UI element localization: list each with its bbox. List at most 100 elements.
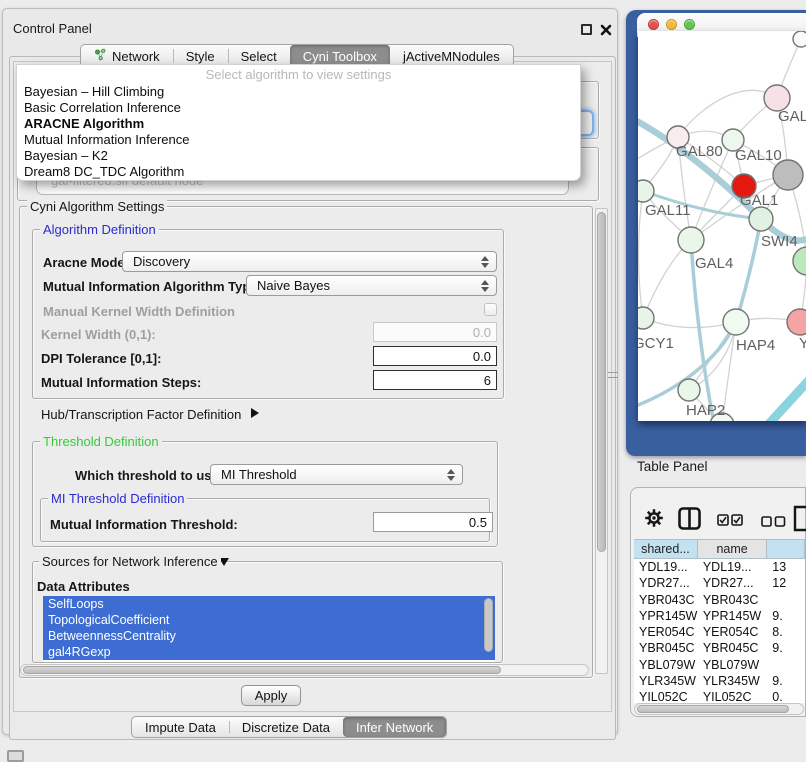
network-edge[interactable] bbox=[643, 240, 691, 318]
table-cell: YDR27... bbox=[634, 575, 698, 591]
table-cell: YDL19... bbox=[698, 559, 767, 575]
apply-button[interactable]: Apply bbox=[241, 685, 301, 706]
attribute-option-selected[interactable]: SelfLoops bbox=[43, 596, 495, 612]
screen: Control Panel NetworkStyleSelectCyni Too… bbox=[0, 0, 806, 762]
column-header[interactable]: shared... bbox=[634, 539, 698, 559]
table-horizontal-scrollbar[interactable] bbox=[634, 703, 804, 715]
network-edge[interactable] bbox=[643, 318, 736, 328]
network-node[interactable] bbox=[723, 309, 749, 335]
network-edge[interactable] bbox=[639, 191, 644, 318]
network-view-window[interactable]: GALGAL80GAL10GAL1GAL11SWI4GAL4HAP4YGCY1H… bbox=[626, 10, 806, 456]
algorithm-option[interactable]: Bayesian – Hill Climbing bbox=[17, 84, 580, 100]
table-row[interactable]: YDL19...YDL19...13 bbox=[634, 559, 805, 575]
table-cell: YBL079W bbox=[698, 657, 767, 673]
node-label: GAL80 bbox=[676, 143, 723, 160]
minimized-panel-icon[interactable] bbox=[7, 750, 24, 762]
table-row[interactable]: YBL079WYBL079W bbox=[634, 657, 805, 673]
table-cell: 8. bbox=[767, 624, 805, 640]
tab-label: Cyni Toolbox bbox=[303, 49, 377, 64]
attribute-option-selected[interactable]: gal4RGexp bbox=[43, 644, 495, 660]
algorithm-option[interactable]: Mutual Information Inference bbox=[17, 132, 580, 148]
table-row[interactable]: YBR043CYBR043C bbox=[634, 592, 805, 608]
aracne-mode-select[interactable]: Discovery bbox=[122, 251, 497, 272]
sources-group-title[interactable]: Sources for Network Inference bbox=[39, 554, 221, 569]
scrollbar-thumb[interactable] bbox=[637, 705, 789, 713]
tab-label: jActiveMNodules bbox=[403, 49, 500, 64]
table-cell: YDR27... bbox=[698, 575, 767, 591]
stepper-arrows-icon bbox=[481, 256, 489, 268]
split-columns-icon[interactable] bbox=[678, 507, 701, 535]
node-label: Y bbox=[799, 335, 806, 352]
panel-splitter-grip[interactable] bbox=[608, 372, 618, 378]
deselect-all-checkboxes-icon[interactable] bbox=[761, 514, 786, 532]
network-node[interactable] bbox=[749, 207, 773, 231]
algorithm-option[interactable]: Bayesian – K2 bbox=[17, 148, 580, 164]
network-canvas[interactable]: GALGAL80GAL10GAL1GAL11SWI4GAL4HAP4YGCY1H… bbox=[638, 31, 806, 421]
mi-type-value: Naive Bayes bbox=[257, 278, 330, 293]
close-icon[interactable] bbox=[600, 23, 612, 35]
network-node[interactable] bbox=[678, 379, 700, 401]
minimize-window-button[interactable] bbox=[666, 19, 677, 30]
table-row[interactable]: YBR045CYBR045C9. bbox=[634, 640, 805, 656]
manual-kernel-label: Manual Kernel Width Definition bbox=[43, 304, 235, 319]
mi-threshold-label: Mutual Information Threshold: bbox=[50, 517, 238, 532]
select-all-checkboxes-icon[interactable] bbox=[717, 513, 743, 531]
network-edge[interactable] bbox=[766, 379, 806, 421]
tab-infer-network[interactable]: Infer Network bbox=[343, 717, 446, 737]
settings-horizontal-scrollbar[interactable] bbox=[20, 664, 589, 676]
mi-steps-label: Mutual Information Steps: bbox=[41, 375, 201, 390]
mi-threshold-group-title: MI Threshold Definition bbox=[48, 491, 187, 506]
which-threshold-select[interactable]: MI Threshold bbox=[210, 464, 463, 485]
data-attributes-list[interactable]: SelfLoopsTopologicalCoefficientBetweenne… bbox=[43, 596, 495, 662]
attribute-option-selected[interactable]: BetweennessCentrality bbox=[43, 628, 495, 644]
tab-discretize-data[interactable]: Discretize Data bbox=[229, 717, 343, 737]
table-row[interactable]: YPR145WYPR145W9. bbox=[634, 608, 805, 624]
network-node[interactable] bbox=[638, 180, 654, 202]
algorithm-option[interactable]: Basic Correlation Inference bbox=[17, 100, 580, 116]
network-node[interactable] bbox=[793, 31, 806, 47]
table-row[interactable]: YIL052CYIL052C0. bbox=[634, 689, 805, 703]
column-header[interactable] bbox=[767, 539, 805, 559]
network-node[interactable] bbox=[773, 160, 803, 190]
network-node[interactable] bbox=[787, 309, 806, 335]
attribute-option-selected[interactable]: TopologicalCoefficient bbox=[43, 612, 495, 628]
stepper-arrows-icon bbox=[447, 469, 455, 481]
table-body: YDL19...YDL19...13YDR27...YDR27...12YBR0… bbox=[634, 559, 805, 703]
manual-kernel-checkbox[interactable] bbox=[484, 303, 497, 316]
gear-icon[interactable] bbox=[644, 508, 664, 533]
algorithm-option[interactable]: ARACNE Algorithm bbox=[17, 116, 580, 132]
settings-vertical-scrollbar[interactable] bbox=[595, 208, 608, 674]
algorithm-definition-title: Algorithm Definition bbox=[40, 222, 159, 237]
table-row[interactable]: YER054CYER054C8. bbox=[634, 624, 805, 640]
tab-impute-data[interactable]: Impute Data bbox=[132, 717, 229, 737]
table-cell: YDL19... bbox=[634, 559, 698, 575]
table-row[interactable]: YDR27...YDR27...12 bbox=[634, 575, 805, 591]
mi-type-select[interactable]: Naive Bayes bbox=[246, 275, 497, 296]
mi-steps-field[interactable] bbox=[373, 370, 497, 390]
node-label: GAL11 bbox=[645, 202, 691, 219]
threshold-definition-title: Threshold Definition bbox=[40, 434, 162, 449]
algorithm-option[interactable]: Dream8 DC_TDC Algorithm bbox=[17, 164, 580, 180]
table-cell: YER054C bbox=[634, 624, 698, 640]
control-panel-window: Control Panel NetworkStyleSelectCyni Too… bbox=[2, 8, 618, 735]
expander-collapsed-icon[interactable] bbox=[251, 408, 259, 418]
dpi-tolerance-field[interactable] bbox=[373, 346, 497, 366]
kernel-width-field[interactable] bbox=[373, 322, 497, 342]
dropdown-placeholder: Select algorithm to view settings bbox=[17, 67, 580, 84]
list-scrollbar-thumb[interactable] bbox=[484, 598, 493, 652]
table-cell: YBR045C bbox=[634, 640, 698, 656]
new-table-icon[interactable] bbox=[793, 505, 806, 537]
hub-expander-label[interactable]: Hub/Transcription Factor Definition bbox=[41, 407, 241, 422]
table-cell: YBR045C bbox=[698, 640, 767, 656]
mi-threshold-field[interactable] bbox=[373, 512, 493, 532]
network-node[interactable] bbox=[638, 307, 654, 329]
table-row[interactable]: YLR345WYLR345W9. bbox=[634, 673, 805, 689]
scrollbar-thumb[interactable] bbox=[23, 666, 501, 674]
network-node[interactable] bbox=[678, 227, 704, 253]
zoom-window-button[interactable] bbox=[684, 19, 695, 30]
float-icon[interactable] bbox=[581, 24, 592, 35]
network-node[interactable] bbox=[793, 247, 806, 275]
scrollbar-thumb[interactable] bbox=[597, 212, 606, 552]
close-window-button[interactable] bbox=[648, 19, 659, 30]
column-header[interactable]: name bbox=[698, 539, 768, 559]
